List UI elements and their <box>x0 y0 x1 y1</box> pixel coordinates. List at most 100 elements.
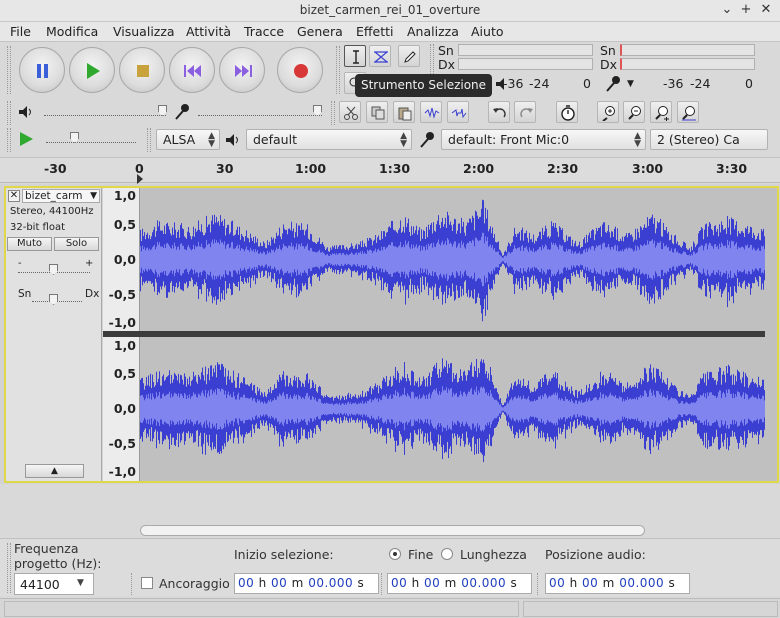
zoom-out-button[interactable] <box>623 101 645 123</box>
end-radio[interactable] <box>389 548 401 560</box>
menu-view[interactable]: Visualizza <box>113 24 175 39</box>
output-device-select[interactable]: default ▲ ▼ <box>246 129 412 150</box>
timeline-ruler[interactable]: -30 0 30 1:00 1:30 2:00 2:30 3:00 3:30 <box>0 157 780 184</box>
amp-label: 0,0 <box>113 252 136 267</box>
close-button[interactable]: ✕ <box>757 1 775 19</box>
unit-m: m <box>291 576 304 590</box>
maximize-button[interactable]: + <box>737 1 755 19</box>
edit-grip[interactable] <box>331 101 335 125</box>
minimize-button[interactable]: ⌄ <box>718 1 736 19</box>
menu-effects[interactable]: Effetti <box>356 24 393 39</box>
undo-button[interactable] <box>488 101 510 123</box>
menu-transport[interactable]: Attività <box>186 24 231 39</box>
snap-checkbox[interactable] <box>141 577 153 589</box>
silence-button[interactable] <box>447 101 469 123</box>
play-speed-track[interactable] <box>46 142 136 144</box>
updown-icon: ▲ ▼ <box>208 131 215 149</box>
hours: 00 <box>391 576 408 590</box>
rate-dropdown-icon: ▼ <box>77 578 84 588</box>
menu-generate[interactable]: Genera <box>297 24 343 39</box>
selection-end-time[interactable]: 00 h 00 m 00.000 s <box>387 573 532 594</box>
envelope-icon <box>374 51 388 63</box>
collapse-up-icon: ▲ <box>51 466 58 476</box>
horizontal-scrollbar[interactable] <box>140 525 645 536</box>
device-toolbar-grip[interactable] <box>147 128 151 152</box>
playback-volume-track[interactable] <box>44 115 166 117</box>
play-meter-left-label: Sn <box>438 43 454 58</box>
play-at-speed-icon[interactable] <box>18 131 34 147</box>
zoom-in-button[interactable] <box>597 101 619 123</box>
track-menu-button[interactable]: bizet_carm ▼ <box>22 189 100 203</box>
pan-slider-thumb[interactable] <box>49 294 58 305</box>
stop-button[interactable] <box>119 47 165 93</box>
recording-volume-track[interactable] <box>198 115 322 117</box>
menu-analyze[interactable]: Analizza <box>407 24 459 39</box>
collapse-track-button[interactable]: ▲ <box>25 464 84 478</box>
fit-selection-button[interactable] <box>650 101 672 123</box>
selection-grip[interactable] <box>7 543 11 593</box>
separator <box>381 573 382 595</box>
tools-grip[interactable] <box>336 46 340 94</box>
envelope-tool-button[interactable] <box>369 45 391 67</box>
rec-meter-right[interactable] <box>620 58 755 70</box>
track-close-button[interactable]: ✕ <box>8 190 20 202</box>
selection-tool-button[interactable] <box>344 45 366 67</box>
redo-button[interactable] <box>514 101 536 123</box>
amp-label: 1,0 <box>113 188 136 203</box>
skip-end-button[interactable] <box>219 47 265 93</box>
track-menu-dropdown-icon: ▼ <box>90 191 97 201</box>
project-rate-combo[interactable]: 44100 ▼ <box>14 573 94 595</box>
zoom-fit-icon <box>682 106 696 121</box>
separator <box>131 573 132 595</box>
fit-project-button[interactable] <box>677 101 699 123</box>
toolbar-grip[interactable] <box>7 46 11 94</box>
menu-file[interactable]: File <box>10 24 31 39</box>
input-channels-select[interactable]: 2 (Stereo) Ca <box>650 129 768 150</box>
waveform-right-channel[interactable] <box>140 337 765 481</box>
solo-button[interactable]: Solo <box>54 237 99 251</box>
cut-button[interactable] <box>339 101 361 123</box>
rec-meter-left[interactable] <box>620 44 755 56</box>
menu-edit[interactable]: Modifica <box>46 24 98 39</box>
track-control-panel[interactable]: ✕ bizet_carm ▼ Stereo, 44100Hz 32-bit fl… <box>6 188 102 481</box>
ruler-label: -30 <box>44 161 67 176</box>
selection-start-time[interactable]: 00 h 00 m 00.000 s <box>234 573 379 594</box>
menu-help[interactable]: Aiuto <box>471 24 504 39</box>
amplitude-ruler-left-channel[interactable]: 1,0 0,5 0,0 -0,5 -1,0 <box>103 188 140 331</box>
length-radio[interactable] <box>441 548 453 560</box>
undo-icon <box>493 108 506 118</box>
pencil-icon <box>404 51 416 63</box>
waveform-left-channel[interactable] <box>140 188 765 331</box>
copy-button[interactable] <box>366 101 388 123</box>
output-speaker-icon <box>226 134 238 146</box>
mixer-grip[interactable] <box>7 101 11 125</box>
audio-position-time[interactable]: 00 h 00 m 00.000 s <box>545 573 690 594</box>
play-button[interactable] <box>69 47 115 93</box>
pan-left-label: Sn <box>18 288 32 300</box>
paste-button[interactable] <box>393 101 415 123</box>
mic-meter-icon[interactable] <box>604 75 622 93</box>
waveform-left-svg <box>140 199 765 322</box>
device-grip[interactable] <box>7 128 11 152</box>
sync-lock-button[interactable] <box>556 101 578 123</box>
ruler-label: 2:00 <box>463 161 495 176</box>
zoom-selection-icon <box>655 106 669 121</box>
amp-label: 0,0 <box>113 401 136 416</box>
i-beam-icon <box>353 50 359 64</box>
play-meter-left[interactable] <box>458 44 593 56</box>
skip-start-button[interactable] <box>169 47 215 93</box>
amplitude-ruler-right-channel[interactable]: 1,0 0,5 0,0 -0,5 -1,0 <box>103 337 140 481</box>
audio-host-select[interactable]: ALSA ▲ ▼ <box>156 129 220 150</box>
separator <box>537 573 538 595</box>
seconds: 00.000 <box>619 576 665 590</box>
trim-button[interactable] <box>420 101 442 123</box>
menu-tracks[interactable]: Tracce <box>244 24 284 39</box>
mic-meter-dropdown-icon[interactable]: ▼ <box>627 79 634 89</box>
playhead-marker-icon[interactable] <box>137 174 147 184</box>
pause-button[interactable] <box>19 47 65 93</box>
record-button[interactable] <box>277 47 323 93</box>
input-device-select[interactable]: default: Front Mic:0 ▲ ▼ <box>441 129 646 150</box>
play-meter-right[interactable] <box>458 58 593 70</box>
draw-tool-button[interactable] <box>398 45 420 67</box>
mute-button[interactable]: Muto <box>7 237 52 251</box>
